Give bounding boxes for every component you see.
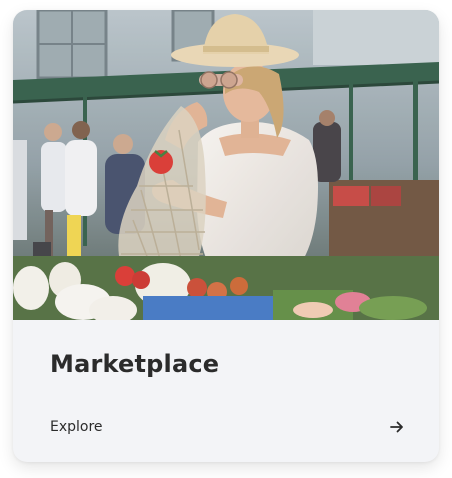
explore-label: Explore: [50, 419, 103, 435]
marketplace-card[interactable]: Marketplace Explore: [13, 10, 439, 462]
explore-link[interactable]: Explore: [50, 414, 405, 440]
arrow-right-icon[interactable]: [389, 419, 405, 435]
card-title: Marketplace: [50, 350, 220, 378]
marketplace-photo: [13, 10, 439, 320]
